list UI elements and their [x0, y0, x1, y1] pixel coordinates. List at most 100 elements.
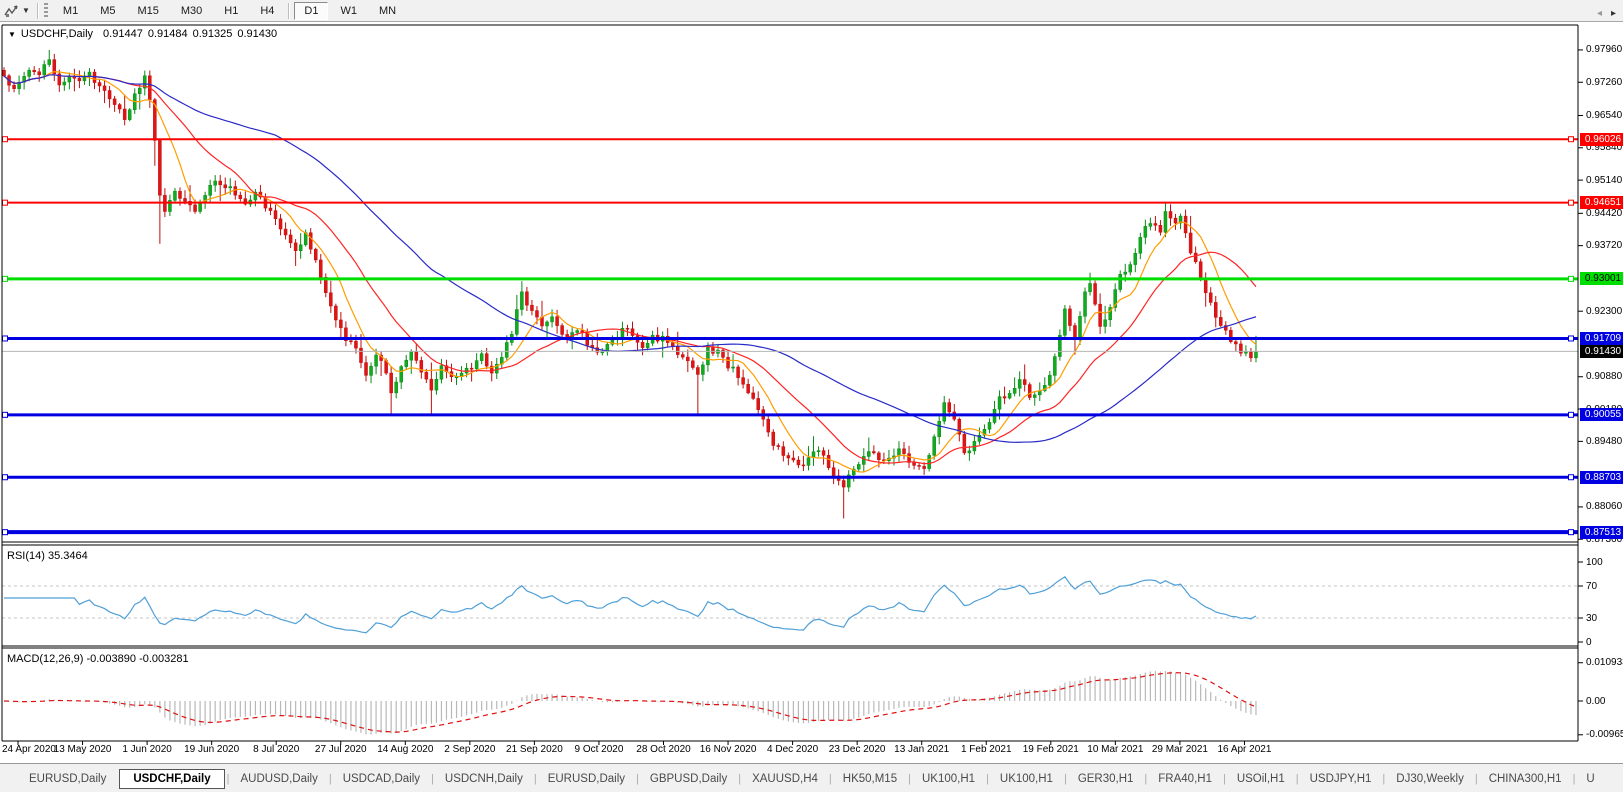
hline-handle[interactable] — [3, 276, 8, 281]
macd-layer — [4, 671, 1256, 734]
hline-handle[interactable] — [1569, 336, 1574, 341]
candles-layer — [3, 50, 1258, 519]
ohlc-high: 0.91484 — [148, 28, 188, 40]
hline-handle[interactable] — [3, 336, 8, 341]
date-axis-label: 16 Apr 2021 — [1217, 744, 1271, 755]
hline-handle[interactable] — [1569, 412, 1574, 417]
price-axis-label: 0.89480 — [1586, 436, 1622, 447]
rsi-layer — [2, 577, 1578, 633]
hline-handle[interactable] — [3, 412, 8, 417]
chart-tab-U[interactable]: U — [1575, 770, 1605, 788]
macd-signal-line — [4, 673, 1256, 732]
hline-handle[interactable] — [3, 200, 8, 205]
current-price-badge: 0.91430 — [1580, 345, 1623, 358]
date-axis-label: 8 Jul 2020 — [253, 744, 299, 755]
hline-handle[interactable] — [1569, 276, 1574, 281]
chart-tab-USOil-H1[interactable]: USOil,H1 — [1226, 770, 1296, 788]
ma-line-8 — [4, 72, 1256, 472]
date-axis-label: 1 Feb 2021 — [961, 744, 1012, 755]
hlines-layer — [2, 137, 1578, 535]
date-axis-label: 9 Oct 2020 — [574, 744, 623, 755]
macd-axis-label: 0.010933 — [1586, 657, 1623, 668]
hline-handle[interactable] — [1569, 137, 1574, 142]
chart-tab-EURUSD-Daily[interactable]: EURUSD,Daily — [537, 770, 636, 788]
chart-symbol-title: USDCHF,Daily — [21, 28, 93, 40]
chart-tab-GER30-H1[interactable]: GER30,H1 — [1067, 770, 1145, 788]
price-axis-label: 0.88060 — [1586, 501, 1622, 512]
date-axis-label: 4 Dec 2020 — [767, 744, 818, 755]
rsi-axis-label: 70 — [1586, 581, 1597, 592]
price-line-badge: 0.88703 — [1580, 471, 1623, 484]
chart-tab-USDCNH-Daily[interactable]: USDCNH,Daily — [434, 770, 534, 788]
date-axis-label: 1 Jun 2020 — [122, 744, 172, 755]
chart-tab-UK100-H1[interactable]: UK100,H1 — [911, 770, 986, 788]
rsi-axis-label: 30 — [1586, 613, 1597, 624]
price-axis-label: 0.97960 — [1586, 44, 1622, 55]
date-axis-label: 27 Jul 2020 — [315, 744, 367, 755]
date-axis-label: 24 Apr 2020 — [2, 744, 56, 755]
chart-tab-USDJPY-H1[interactable]: USDJPY,H1 — [1299, 770, 1383, 788]
chart-tab-USDCHF-Daily[interactable]: USDCHF,Daily — [119, 769, 224, 789]
hline-handle[interactable] — [1569, 200, 1574, 205]
chart-tab-CHINA300-H1[interactable]: CHINA300,H1 — [1478, 770, 1573, 788]
chart-tab-AUDUSD-Daily[interactable]: AUDUSD,Daily — [230, 770, 329, 788]
price-axis-label: 0.97260 — [1586, 77, 1622, 88]
chart-tab-EURUSD-Daily[interactable]: EURUSD,Daily — [18, 770, 117, 788]
chart-tab-GBPUSD-Daily[interactable]: GBPUSD,Daily — [639, 770, 738, 788]
date-axis-label: 19 Jun 2020 — [184, 744, 239, 755]
ma-line-55 — [4, 75, 1256, 442]
rsi-label: RSI(14) 35.3464 — [7, 550, 88, 562]
date-axis-label: 16 Nov 2020 — [700, 744, 757, 755]
price-axis-label: 0.93720 — [1586, 240, 1622, 251]
date-axis-label: 29 Mar 2021 — [1152, 744, 1208, 755]
date-axis-label: 10 Mar 2021 — [1087, 744, 1143, 755]
pane-borders — [2, 25, 1583, 745]
ohlc-open: 0.91447 — [103, 28, 143, 40]
ma-line-21 — [4, 75, 1256, 464]
hline-handle[interactable] — [3, 530, 8, 535]
macd-label: MACD(12,26,9) -0.003890 -0.003281 — [7, 653, 189, 665]
date-axis-label: 2 Sep 2020 — [444, 744, 495, 755]
moving-averages-layer — [4, 72, 1256, 472]
chart-tab-bar: EURUSD,DailyUSDCHF,Daily|AUDUSD,Daily|US… — [0, 763, 1623, 792]
chart-dropdown-icon[interactable]: ▼ — [8, 30, 16, 39]
hline-handle[interactable] — [1569, 530, 1574, 535]
price-line-badge: 0.93001 — [1580, 272, 1623, 285]
date-axis-label: 21 Sep 2020 — [506, 744, 563, 755]
trading-terminal-window: ▼ M1M5M15M30H1H4D1W1MN ▼USDCHF,Daily0.91… — [0, 0, 1623, 792]
price-axis-label: 0.92300 — [1586, 306, 1622, 317]
hline-handle[interactable] — [1569, 475, 1574, 480]
macd-axis-label: 0.00 — [1586, 696, 1605, 707]
ohlc-low: 0.91325 — [193, 28, 233, 40]
tab-scroll-right-icon[interactable]: ▸ — [1611, 8, 1616, 19]
date-axis-label: 13 May 2020 — [54, 744, 112, 755]
chart-tab-USDCAD-Daily[interactable]: USDCAD,Daily — [332, 770, 431, 788]
price-axis-label: 0.96540 — [1586, 110, 1622, 121]
date-axis-label: 19 Feb 2021 — [1023, 744, 1079, 755]
hline-handle[interactable] — [3, 475, 8, 480]
date-axis-label: 13 Jan 2021 — [894, 744, 949, 755]
rsi-axis-label: 0 — [1586, 637, 1592, 648]
price-axis-label: 0.90880 — [1586, 371, 1622, 382]
chart-canvas[interactable] — [0, 0, 1623, 792]
price-line-badge: 0.90055 — [1580, 408, 1623, 421]
date-axis-label: 23 Dec 2020 — [829, 744, 886, 755]
hline-handle[interactable] — [3, 137, 8, 142]
date-axis-label: 14 Aug 2020 — [377, 744, 433, 755]
macd-axis-label: -0.009653 — [1586, 729, 1623, 740]
price-axis-label: 0.94420 — [1586, 208, 1622, 219]
chart-title-row: ▼ USDCHF,Daily 0.91447 0.91484 0.91325 0.9143… — [8, 28, 282, 40]
rsi-line — [4, 577, 1256, 633]
price-line-badge: 0.96026 — [1580, 133, 1623, 146]
tab-scroll-left-icon[interactable]: ◂ — [1597, 8, 1602, 19]
chart-tab-HK50-M15[interactable]: HK50,M15 — [832, 770, 908, 788]
rsi-axis-label: 100 — [1586, 557, 1603, 568]
price-axis-label: 0.95140 — [1586, 175, 1622, 186]
price-line-badge: 0.87513 — [1580, 526, 1623, 539]
chart-tab-XAUUSD-H4[interactable]: XAUUSD,H4 — [741, 770, 829, 788]
chart-tab-UK100-H1[interactable]: UK100,H1 — [989, 770, 1064, 788]
chart-tab-DJ30-Weekly[interactable]: DJ30,Weekly — [1385, 770, 1475, 788]
ohlc-close: 0.91430 — [237, 28, 277, 40]
chart-tab-FRA40-H1[interactable]: FRA40,H1 — [1147, 770, 1223, 788]
price-line-badge: 0.91709 — [1580, 332, 1623, 345]
